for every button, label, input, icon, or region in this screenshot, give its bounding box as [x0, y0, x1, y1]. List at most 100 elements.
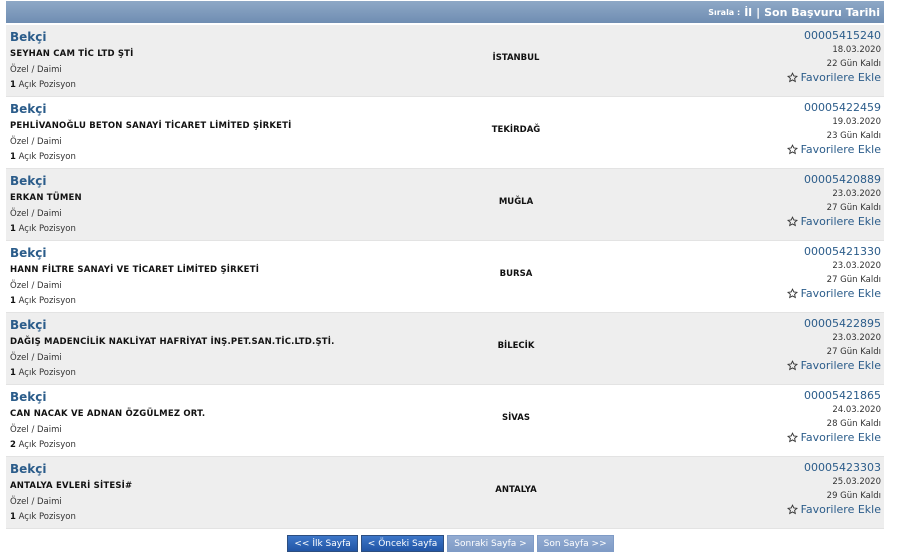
days-left: 22 Gün Kaldı: [826, 59, 881, 69]
employment-type: Özel / Daimi: [10, 281, 62, 291]
add-to-favorites-link[interactable]: Favorilere Ekle: [786, 143, 881, 156]
job-row: Bekçi SEYHAN CAM TİC LTD ŞTİ Özel / Daim…: [6, 25, 884, 97]
add-to-favorites-link[interactable]: Favorilere Ekle: [786, 431, 881, 444]
days-left: 28 Gün Kaldı: [826, 419, 881, 429]
company-name: PEHLİVANOĞLU BETON SANAYİ TİCARET LİMİTE…: [10, 121, 292, 131]
open-positions: 1 Açık Pozisyon: [10, 80, 76, 90]
company-name: CAN NACAK VE ADNAN ÖZGÜLMEZ ORT.: [10, 409, 206, 419]
add-to-favorites-link[interactable]: Favorilere Ekle: [786, 287, 881, 300]
open-positions-label: Açık Pozisyon: [18, 440, 76, 450]
job-id-link[interactable]: 00005421330: [787, 245, 881, 258]
job-id-link[interactable]: 00005421865: [787, 389, 881, 402]
job-city: SİVAS: [502, 413, 530, 423]
deadline-date: 18.03.2020: [832, 45, 881, 55]
job-list: Bekçi SEYHAN CAM TİC LTD ŞTİ Özel / Daim…: [6, 25, 884, 529]
job-listing-page: Sırala : İl | Son Başvuru Tarihi Bekçi S…: [0, 0, 901, 556]
add-to-favorites-link[interactable]: Favorilere Ekle: [786, 71, 881, 84]
job-city: ANTALYA: [495, 485, 537, 495]
job-row: Bekçi PEHLİVANOĞLU BETON SANAYİ TİCARET …: [6, 97, 884, 169]
add-to-favorites-link[interactable]: Favorilere Ekle: [786, 215, 881, 228]
first-page-button[interactable]: << İlk Sayfa: [287, 535, 358, 552]
job-id-link[interactable]: 00005422459: [787, 101, 881, 114]
pagination: << İlk Sayfa < Önceki Sayfa Sonraki Sayf…: [0, 535, 901, 552]
add-to-favorites-link[interactable]: Favorilere Ekle: [786, 503, 881, 516]
job-city: BURSA: [499, 269, 533, 279]
company-name: DAĞIŞ MADENCİLİK NAKLİYAT HAFRİYAT İNŞ.P…: [10, 337, 335, 347]
job-id-link[interactable]: 00005423303: [787, 461, 881, 474]
job-city: İSTANBUL: [492, 53, 540, 63]
open-positions-label: Açık Pozisyon: [18, 512, 76, 522]
sort-label: Sırala :: [708, 7, 741, 17]
job-title-link[interactable]: Bekçi: [10, 462, 47, 476]
deadline-date: 23.03.2020: [832, 333, 881, 343]
star-outline-icon: [786, 432, 798, 443]
job-meta: 00005421330 23.03.2020 27 Gün Kaldı Favo…: [786, 245, 881, 300]
job-title-link[interactable]: Bekçi: [10, 390, 47, 404]
job-city: TEKİRDAĞ: [491, 125, 541, 135]
job-title-link[interactable]: Bekçi: [10, 102, 47, 116]
sort-separator: |: [756, 5, 761, 19]
previous-page-button[interactable]: < Önceki Sayfa: [360, 535, 445, 552]
star-outline-icon: [786, 144, 798, 155]
star-outline-icon: [786, 288, 798, 299]
open-positions: 1 Açık Pozisyon: [10, 296, 76, 306]
star-outline-icon: [786, 504, 798, 515]
deadline-date: 19.03.2020: [832, 117, 881, 127]
last-page-button[interactable]: Son Sayfa >>: [536, 535, 614, 552]
open-positions: 1 Açık Pozisyon: [10, 152, 76, 162]
job-meta: 00005422459 19.03.2020 23 Gün Kaldı Favo…: [786, 101, 881, 156]
days-left: 27 Gün Kaldı: [826, 347, 881, 357]
sort-by-city-link[interactable]: İl: [744, 6, 752, 19]
job-title-link[interactable]: Bekçi: [10, 174, 47, 188]
open-positions-label: Açık Pozisyon: [18, 152, 76, 162]
job-meta: 00005421865 24.03.2020 28 Gün Kaldı Favo…: [786, 389, 881, 444]
employment-type: Özel / Daimi: [10, 497, 62, 507]
company-name: SEYHAN CAM TİC LTD ŞTİ: [10, 49, 134, 59]
job-city: MUĞLA: [498, 197, 534, 207]
job-id-link[interactable]: 00005422895: [787, 317, 881, 330]
job-row: Bekçi HANN FİLTRE SANAYİ VE TİCARET LİMİ…: [6, 241, 884, 313]
open-positions-count: 1: [10, 368, 16, 378]
days-left: 27 Gün Kaldı: [826, 203, 881, 213]
open-positions-label: Açık Pozisyon: [18, 296, 76, 306]
open-positions: 1 Açık Pozisyon: [10, 368, 76, 378]
open-positions-count: 1: [10, 80, 16, 90]
open-positions-count: 1: [10, 512, 16, 522]
add-to-favorites-label: Favorilere Ekle: [800, 431, 881, 444]
company-name: ERKAN TÜMEN: [10, 193, 82, 203]
open-positions-label: Açık Pozisyon: [18, 224, 76, 234]
job-id-link[interactable]: 00005415240: [787, 29, 881, 42]
job-row: Bekçi ERKAN TÜMEN Özel / Daimi 1 Açık Po…: [6, 169, 884, 241]
deadline-date: 24.03.2020: [832, 405, 881, 415]
employment-type: Özel / Daimi: [10, 209, 62, 219]
add-to-favorites-label: Favorilere Ekle: [800, 143, 881, 156]
employment-type: Özel / Daimi: [10, 353, 62, 363]
open-positions-count: 1: [10, 224, 16, 234]
open-positions-count: 1: [10, 152, 16, 162]
job-row: Bekçi CAN NACAK VE ADNAN ÖZGÜLMEZ ORT. Ö…: [6, 385, 884, 457]
open-positions-label: Açık Pozisyon: [18, 80, 76, 90]
company-name: ANTALYA EVLERİ SİTESİ#: [10, 481, 133, 491]
star-outline-icon: [786, 72, 798, 83]
job-title-link[interactable]: Bekçi: [10, 246, 47, 260]
open-positions-count: 1: [10, 296, 16, 306]
add-to-favorites-link[interactable]: Favorilere Ekle: [786, 359, 881, 372]
job-meta: 00005422895 23.03.2020 27 Gün Kaldı Favo…: [786, 317, 881, 372]
sort-header-bar: Sırala : İl | Son Başvuru Tarihi: [6, 1, 884, 23]
job-title-link[interactable]: Bekçi: [10, 30, 47, 44]
deadline-date: 25.03.2020: [832, 477, 881, 487]
sort-by-deadline-link[interactable]: Son Başvuru Tarihi: [764, 6, 880, 19]
next-page-button[interactable]: Sonraki Sayfa >: [447, 535, 534, 552]
open-positions-count: 2: [10, 440, 16, 450]
open-positions: 1 Açık Pozisyon: [10, 224, 76, 234]
job-meta: 00005423303 25.03.2020 29 Gün Kaldı Favo…: [786, 461, 881, 516]
open-positions-label: Açık Pozisyon: [18, 368, 76, 378]
job-row: Bekçi ANTALYA EVLERİ SİTESİ# Özel / Daim…: [6, 457, 884, 529]
deadline-date: 23.03.2020: [832, 189, 881, 199]
job-row: Bekçi DAĞIŞ MADENCİLİK NAKLİYAT HAFRİYAT…: [6, 313, 884, 385]
add-to-favorites-label: Favorilere Ekle: [800, 359, 881, 372]
job-title-link[interactable]: Bekçi: [10, 318, 47, 332]
add-to-favorites-label: Favorilere Ekle: [800, 503, 881, 516]
job-id-link[interactable]: 00005420889: [787, 173, 881, 186]
days-left: 23 Gün Kaldı: [826, 131, 881, 141]
